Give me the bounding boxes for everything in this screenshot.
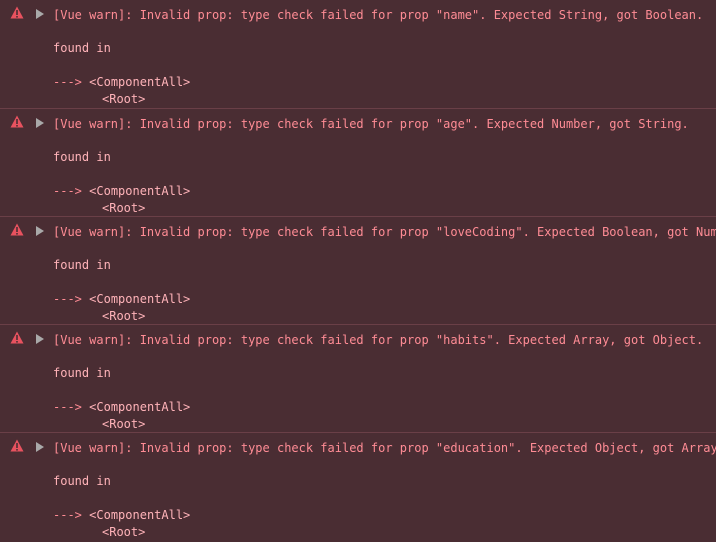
trace-arrow: ---> xyxy=(53,400,82,414)
component-trace-line: ---> <ComponentAll> xyxy=(53,508,190,522)
warning-message: [Vue warn]: Invalid prop: type check fai… xyxy=(53,441,716,455)
expand-arrow-icon[interactable] xyxy=(36,226,44,236)
component-link[interactable]: <ComponentAll> xyxy=(89,292,190,306)
root-link[interactable]: <Root> xyxy=(102,309,145,323)
found-in-label: found in xyxy=(53,474,111,488)
component-trace-line: ---> <ComponentAll> xyxy=(53,292,190,306)
warning-triangle-icon xyxy=(10,115,24,128)
warning-triangle-icon xyxy=(10,331,24,344)
warning-message: [Vue warn]: Invalid prop: type check fai… xyxy=(53,117,689,131)
warning-triangle-icon xyxy=(10,6,24,19)
root-link[interactable]: <Root> xyxy=(102,417,145,431)
console-panel: [Vue warn]: Invalid prop: type check fai… xyxy=(0,0,716,542)
console-warning-entry: [Vue warn]: Invalid prop: type check fai… xyxy=(0,324,716,432)
found-in-label: found in xyxy=(53,258,111,272)
trace-arrow: ---> xyxy=(53,75,82,89)
root-link[interactable]: <Root> xyxy=(102,525,145,539)
expand-arrow-icon[interactable] xyxy=(36,9,44,19)
component-link[interactable]: <ComponentAll> xyxy=(89,75,190,89)
component-trace-line: ---> <ComponentAll> xyxy=(53,184,190,198)
component-trace-line: ---> <ComponentAll> xyxy=(53,400,190,414)
warning-message: [Vue warn]: Invalid prop: type check fai… xyxy=(53,333,704,347)
warning-triangle-icon xyxy=(10,223,24,236)
component-trace-line: ---> <ComponentAll> xyxy=(53,75,190,89)
console-warning-entry: [Vue warn]: Invalid prop: type check fai… xyxy=(0,0,716,108)
component-link[interactable]: <ComponentAll> xyxy=(89,400,190,414)
found-in-label: found in xyxy=(53,366,111,380)
root-link[interactable]: <Root> xyxy=(102,92,145,106)
found-in-label: found in xyxy=(53,150,111,164)
trace-arrow: ---> xyxy=(53,292,82,306)
expand-arrow-icon[interactable] xyxy=(36,442,44,452)
expand-arrow-icon[interactable] xyxy=(36,118,44,128)
console-warning-entry: [Vue warn]: Invalid prop: type check fai… xyxy=(0,432,716,540)
trace-arrow: ---> xyxy=(53,184,82,198)
trace-arrow: ---> xyxy=(53,508,82,522)
found-in-label: found in xyxy=(53,41,111,55)
console-warning-entry: [Vue warn]: Invalid prop: type check fai… xyxy=(0,216,716,324)
console-warning-entry: [Vue warn]: Invalid prop: type check fai… xyxy=(0,108,716,216)
warning-message: [Vue warn]: Invalid prop: type check fai… xyxy=(53,8,704,22)
root-link[interactable]: <Root> xyxy=(102,201,145,215)
warning-triangle-icon xyxy=(10,439,24,452)
warning-message: [Vue warn]: Invalid prop: type check fai… xyxy=(53,225,716,239)
component-link[interactable]: <ComponentAll> xyxy=(89,508,190,522)
component-link[interactable]: <ComponentAll> xyxy=(89,184,190,198)
expand-arrow-icon[interactable] xyxy=(36,334,44,344)
